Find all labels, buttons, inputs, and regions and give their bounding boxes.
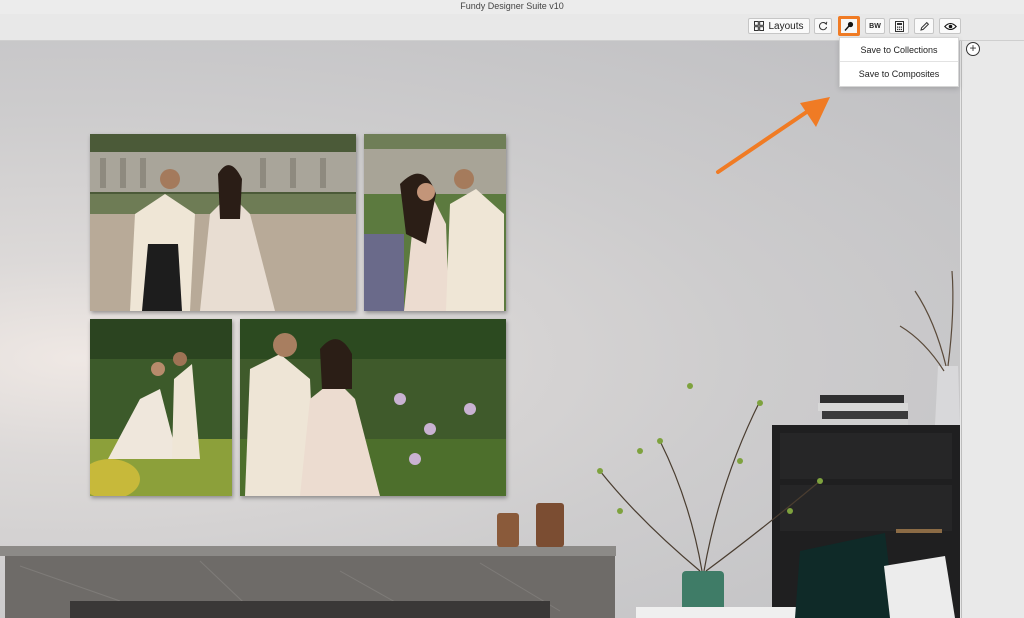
right-panel bbox=[961, 41, 1024, 618]
wall-photo-4[interactable] bbox=[240, 319, 506, 496]
bw-label: BW bbox=[869, 22, 881, 30]
add-button[interactable]: + bbox=[966, 42, 980, 56]
refresh-button[interactable] bbox=[814, 18, 832, 34]
eye-icon bbox=[943, 22, 957, 30]
save-pin-button[interactable] bbox=[838, 16, 860, 36]
wall-photo-3[interactable] bbox=[90, 319, 232, 496]
bw-button[interactable]: BW bbox=[865, 18, 885, 34]
refresh-icon bbox=[819, 21, 828, 31]
plus-circle-icon: + bbox=[969, 41, 977, 55]
pencil-button[interactable] bbox=[914, 18, 934, 34]
photo-couple-flowers bbox=[240, 319, 506, 496]
layouts-button[interactable]: Layouts bbox=[748, 18, 810, 34]
room-preview-canvas[interactable] bbox=[0, 41, 960, 618]
photo-couple-embrace bbox=[364, 134, 506, 311]
save-menu: Save to Collections Save to Composites bbox=[839, 37, 959, 87]
photo-couple-garden-wide bbox=[90, 319, 232, 496]
layouts-grid-icon bbox=[754, 21, 765, 31]
annotation-arrow-icon bbox=[716, 97, 830, 174]
calculator-button[interactable] bbox=[889, 18, 909, 34]
wall-photo-2[interactable] bbox=[364, 134, 506, 311]
eye-button[interactable] bbox=[939, 18, 961, 34]
wall-photo-1[interactable] bbox=[90, 134, 356, 311]
calculator-icon bbox=[894, 20, 904, 32]
photo-couple-balustrade bbox=[90, 134, 356, 311]
layouts-label: Layouts bbox=[768, 20, 804, 32]
save-to-collections-item[interactable]: Save to Collections bbox=[840, 38, 958, 61]
window-title: Fundy Designer Suite v10 bbox=[0, 0, 1024, 14]
pencil-icon bbox=[919, 21, 929, 31]
pin-icon bbox=[844, 21, 854, 31]
save-to-composites-item[interactable]: Save to Composites bbox=[840, 61, 958, 85]
